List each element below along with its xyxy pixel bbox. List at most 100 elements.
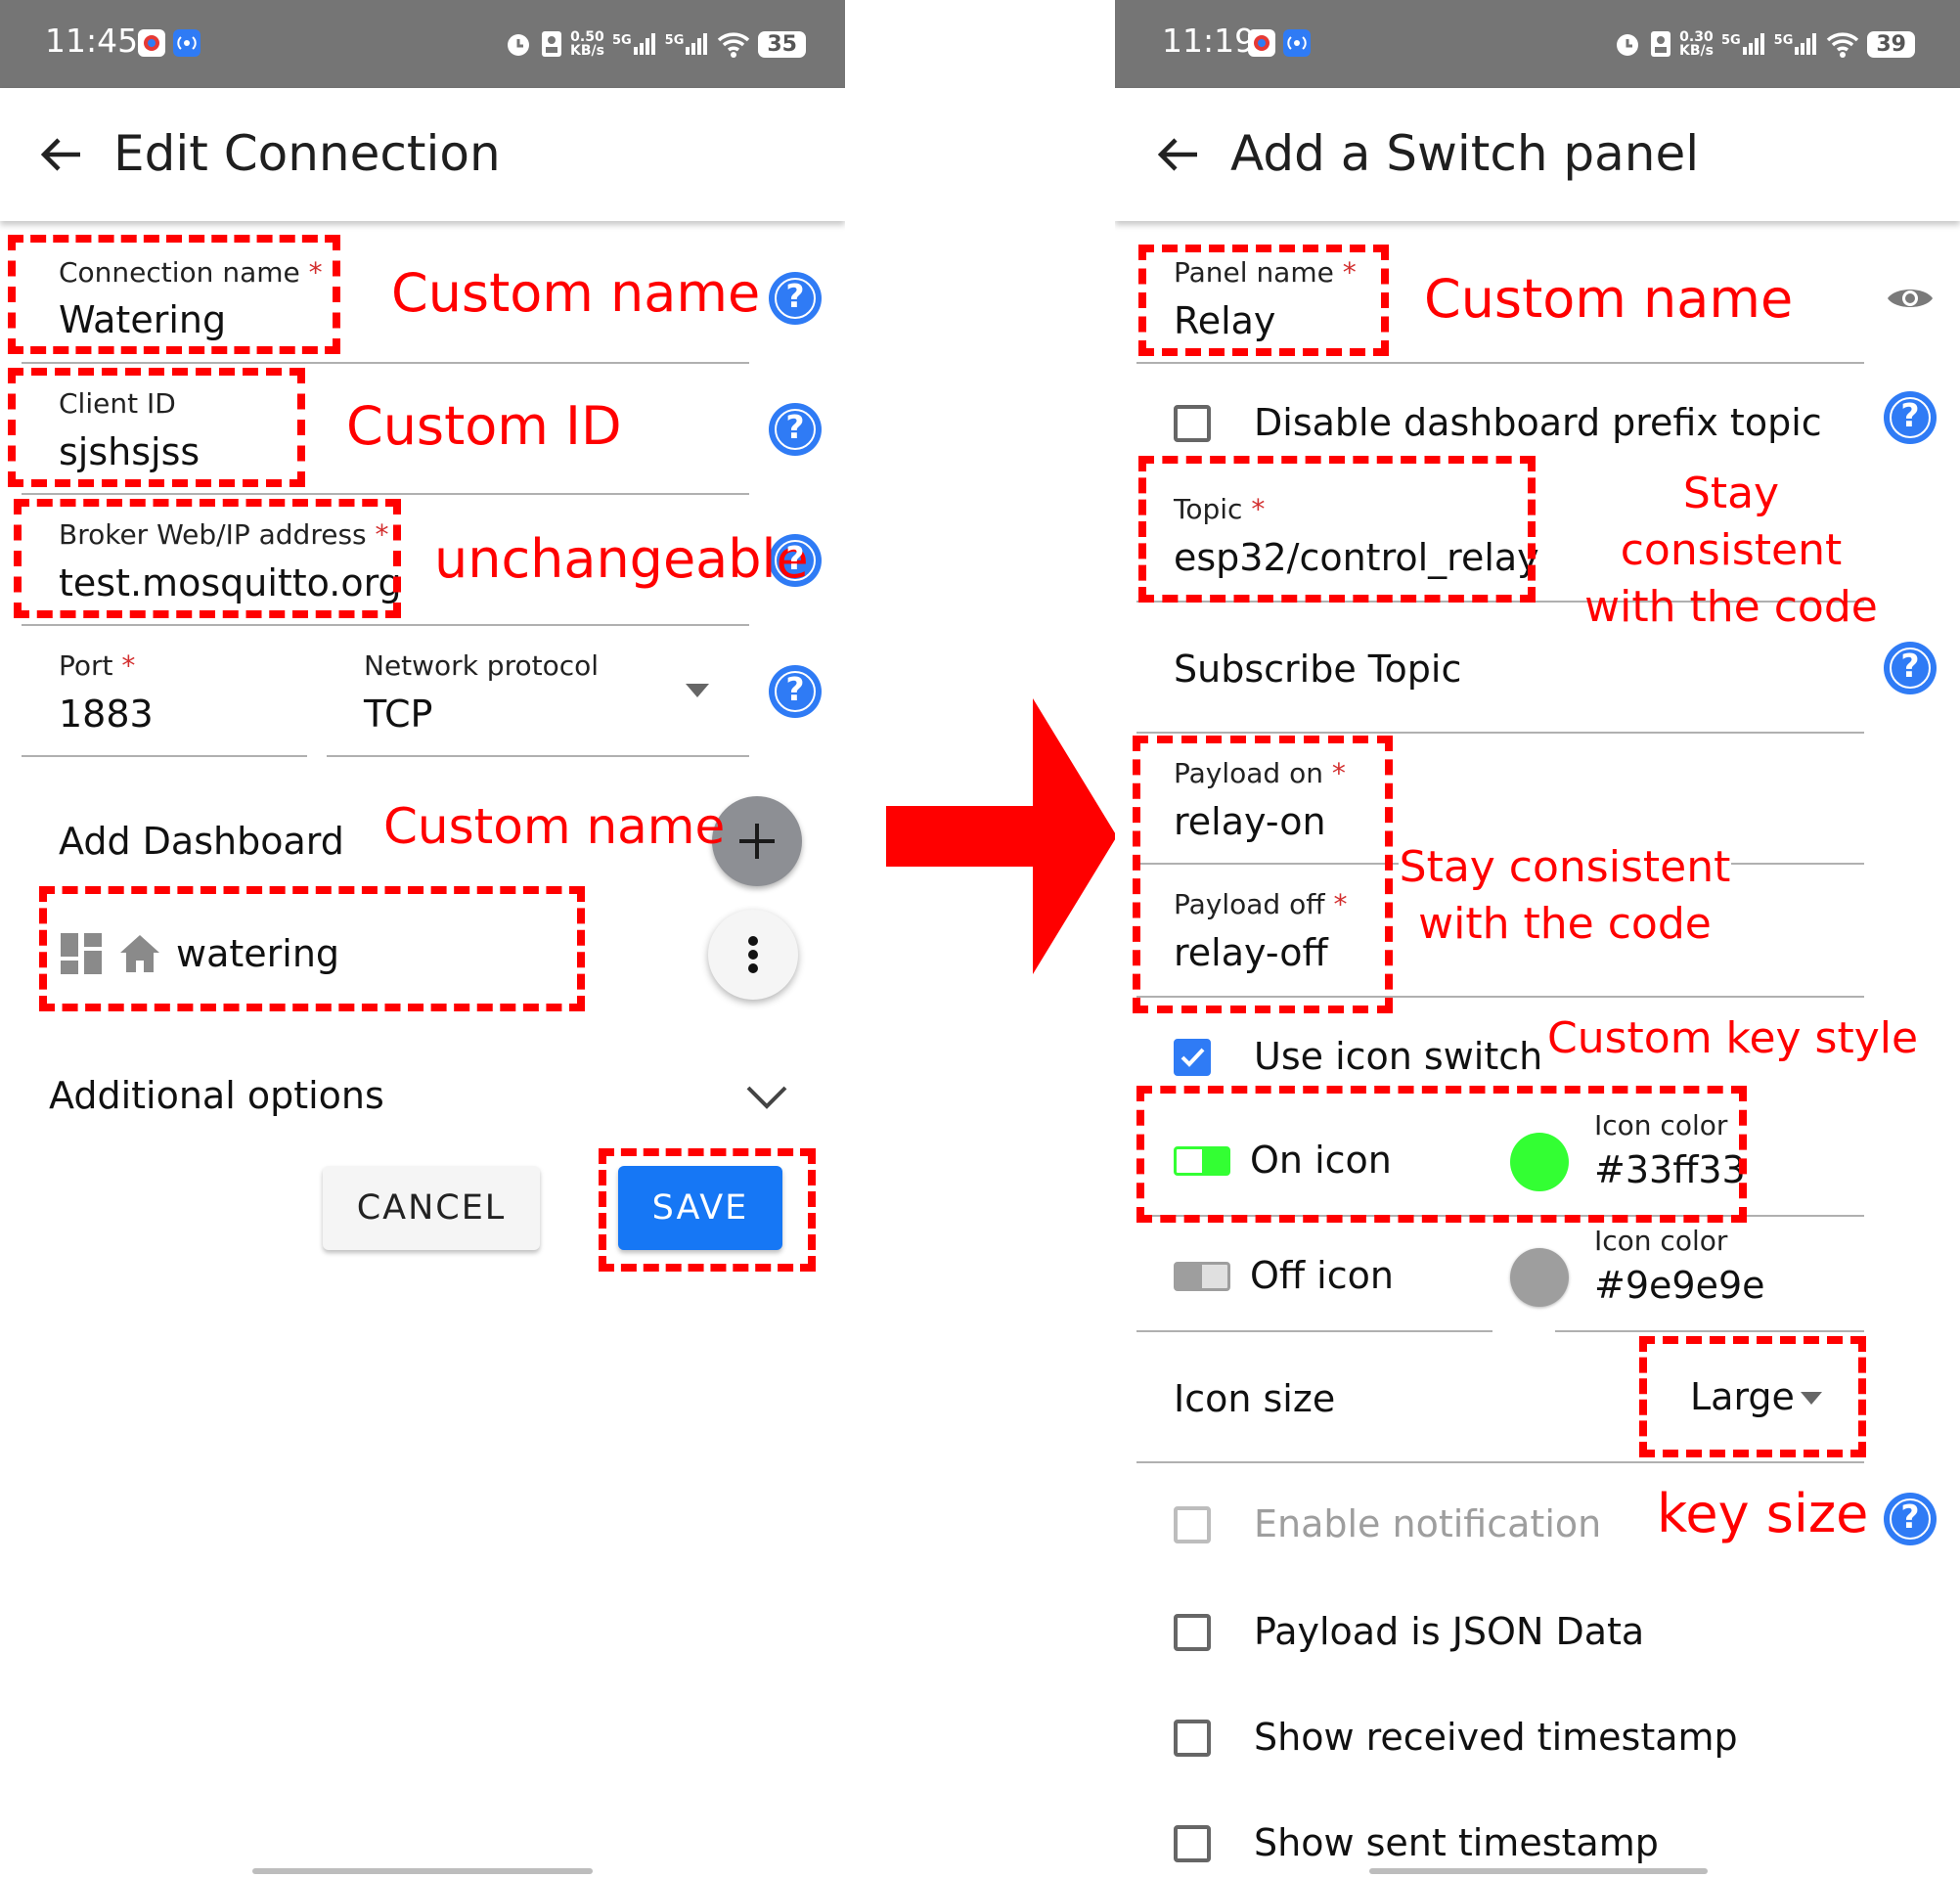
- broadcast-notification-icon: [1283, 29, 1311, 57]
- show-received-label: Show received timestamp: [1254, 1716, 1738, 1759]
- annotation-box-topic: [1138, 456, 1536, 603]
- help-icon[interactable]: ?: [1884, 1493, 1937, 1545]
- battery-level: 39: [1867, 30, 1915, 58]
- app-notification-icon: [1248, 29, 1275, 57]
- add-dashboard-label: Add Dashboard: [59, 820, 344, 863]
- net-speed-unit: KB/s: [569, 43, 604, 59]
- net-speed-value: 0.50: [570, 29, 604, 45]
- annotation-key-size: key size: [1657, 1483, 1869, 1544]
- net-type: 5G: [1720, 33, 1741, 48]
- off-icon-color-swatch[interactable]: [1510, 1248, 1569, 1307]
- subscribe-topic-underline: [1136, 732, 1864, 734]
- help-glyph: ?: [785, 670, 805, 708]
- show-sent-checkbox[interactable]: [1174, 1825, 1211, 1862]
- icon-size-label: Icon size: [1174, 1377, 1336, 1420]
- help-icon[interactable]: ?: [769, 272, 822, 325]
- icon-size-underline: [1136, 1461, 1864, 1463]
- annotation-line: Stay consistent: [1620, 469, 1843, 575]
- port-label-text: Port: [59, 649, 113, 682]
- chevron-down-icon[interactable]: [745, 1084, 788, 1111]
- subscribe-topic-input[interactable]: Subscribe Topic: [1174, 648, 1461, 691]
- payload-json-checkbox[interactable]: [1174, 1614, 1211, 1651]
- protocol-select[interactable]: TCP: [364, 693, 432, 736]
- net-speed-unit: KB/s: [1678, 43, 1714, 59]
- dashboard-more-button[interactable]: [708, 910, 798, 1000]
- off-icon-color-underline: [1555, 1330, 1864, 1332]
- off-icon-color-input[interactable]: #9e9e9e: [1594, 1264, 1765, 1307]
- eye-icon[interactable]: [1886, 282, 1935, 315]
- annotation-stay-consistent-topic: Stay consistent with the code: [1575, 466, 1888, 636]
- wifi-icon: [718, 32, 750, 58]
- contact-card-icon: [1650, 31, 1670, 57]
- off-icon-label: Off icon: [1250, 1254, 1394, 1297]
- help-icon[interactable]: ?: [1884, 642, 1937, 694]
- protocol-label: Network protocol: [364, 649, 600, 682]
- annotation-custom-name: Custom name: [391, 262, 761, 324]
- net-type: 5G: [611, 33, 632, 48]
- signal-5g-icon-2: 5G: [1774, 33, 1819, 55]
- status-indicators: 0.30 KB/s 5G 5G 39: [1613, 22, 1915, 67]
- checkmark-icon: [1180, 1048, 1205, 1067]
- status-time: 11:45: [45, 22, 139, 60]
- page-title: Edit Connection: [113, 125, 501, 182]
- annotation-line: with the code: [1584, 582, 1878, 632]
- help-glyph: ?: [1900, 396, 1920, 434]
- status-bar: 11:45 0.50 KB/s 5G 5G 35: [0, 0, 845, 88]
- annotation-stay-consistent-payload: Stay consistent with the code: [1399, 839, 1731, 953]
- signal-5g-icon-1: 5G: [1721, 33, 1766, 55]
- dropdown-arrow-icon[interactable]: [685, 683, 710, 698]
- required-mark: *: [121, 649, 136, 682]
- disable-prefix-checkbox[interactable]: [1174, 405, 1211, 442]
- help-icon[interactable]: ?: [769, 403, 822, 456]
- more-vert-icon: [748, 936, 758, 973]
- off-icon-color-label: Icon color: [1594, 1225, 1728, 1257]
- help-icon[interactable]: ?: [1884, 391, 1937, 444]
- status-indicators: 0.50 KB/s 5G 5G 35: [504, 22, 806, 67]
- show-sent-label: Show sent timestamp: [1254, 1821, 1659, 1864]
- annotation-box-payload: [1133, 736, 1393, 1013]
- payload-json-label: Payload is JSON Data: [1254, 1610, 1645, 1653]
- annotation-unchangeable: unchangeable: [434, 528, 809, 590]
- app-notification-icon: [138, 29, 165, 57]
- page-title: Add a Switch panel: [1230, 125, 1700, 182]
- annotation-line: Stay consistent: [1399, 842, 1731, 892]
- use-icon-switch-checkbox[interactable]: [1174, 1039, 1211, 1076]
- port-input[interactable]: 1883: [59, 693, 154, 736]
- annotation-box-save: [599, 1148, 816, 1272]
- help-glyph: ?: [785, 408, 805, 446]
- help-glyph: ?: [1900, 1498, 1920, 1536]
- show-received-checkbox[interactable]: [1174, 1720, 1211, 1757]
- help-glyph: ?: [1900, 647, 1920, 685]
- annotation-custom-id: Custom ID: [346, 395, 622, 457]
- net-type: 5G: [1773, 33, 1794, 48]
- edit-connection-screen: 11:45 0.50 KB/s 5G 5G 35 Edit Connection …: [0, 0, 845, 1878]
- back-arrow-icon[interactable]: [37, 132, 86, 177]
- net-speed-value: 0.30: [1679, 29, 1714, 45]
- help-icon[interactable]: ?: [769, 665, 822, 718]
- back-arrow-icon[interactable]: [1154, 132, 1203, 177]
- connection-name-underline: [22, 362, 749, 364]
- wifi-icon: [1827, 32, 1859, 58]
- annotation-custom-name-dashboard: Custom name: [383, 798, 726, 855]
- cancel-button[interactable]: CANCEL: [323, 1166, 540, 1250]
- alarm-icon: [1616, 34, 1638, 56]
- panel-name-underline: [1136, 362, 1864, 364]
- add-dashboard-button[interactable]: [712, 796, 802, 886]
- additional-options-toggle[interactable]: Additional options: [49, 1074, 384, 1117]
- annotation-line: with the code: [1418, 899, 1712, 949]
- toggle-off-icon[interactable]: [1174, 1262, 1230, 1291]
- protocol-underline: [327, 755, 749, 757]
- broker-address-underline: [22, 624, 749, 626]
- battery-level: 35: [758, 30, 806, 58]
- right-arrow-icon: [886, 698, 1117, 974]
- annotation-box-panel-name: [1138, 245, 1389, 356]
- use-icon-switch-label: Use icon switch: [1254, 1035, 1543, 1078]
- net-type: 5G: [664, 33, 685, 48]
- alarm-icon: [507, 34, 529, 56]
- status-bar: 11:19 0.30 KB/s 5G 5G 39: [1115, 0, 1960, 88]
- annotation-custom-key-style: Custom key style: [1547, 1013, 1919, 1063]
- enable-notification-checkbox[interactable]: [1174, 1506, 1211, 1543]
- home-indicator: [252, 1868, 593, 1874]
- contact-card-icon: [541, 31, 561, 57]
- annotation-box-broker: [14, 499, 401, 618]
